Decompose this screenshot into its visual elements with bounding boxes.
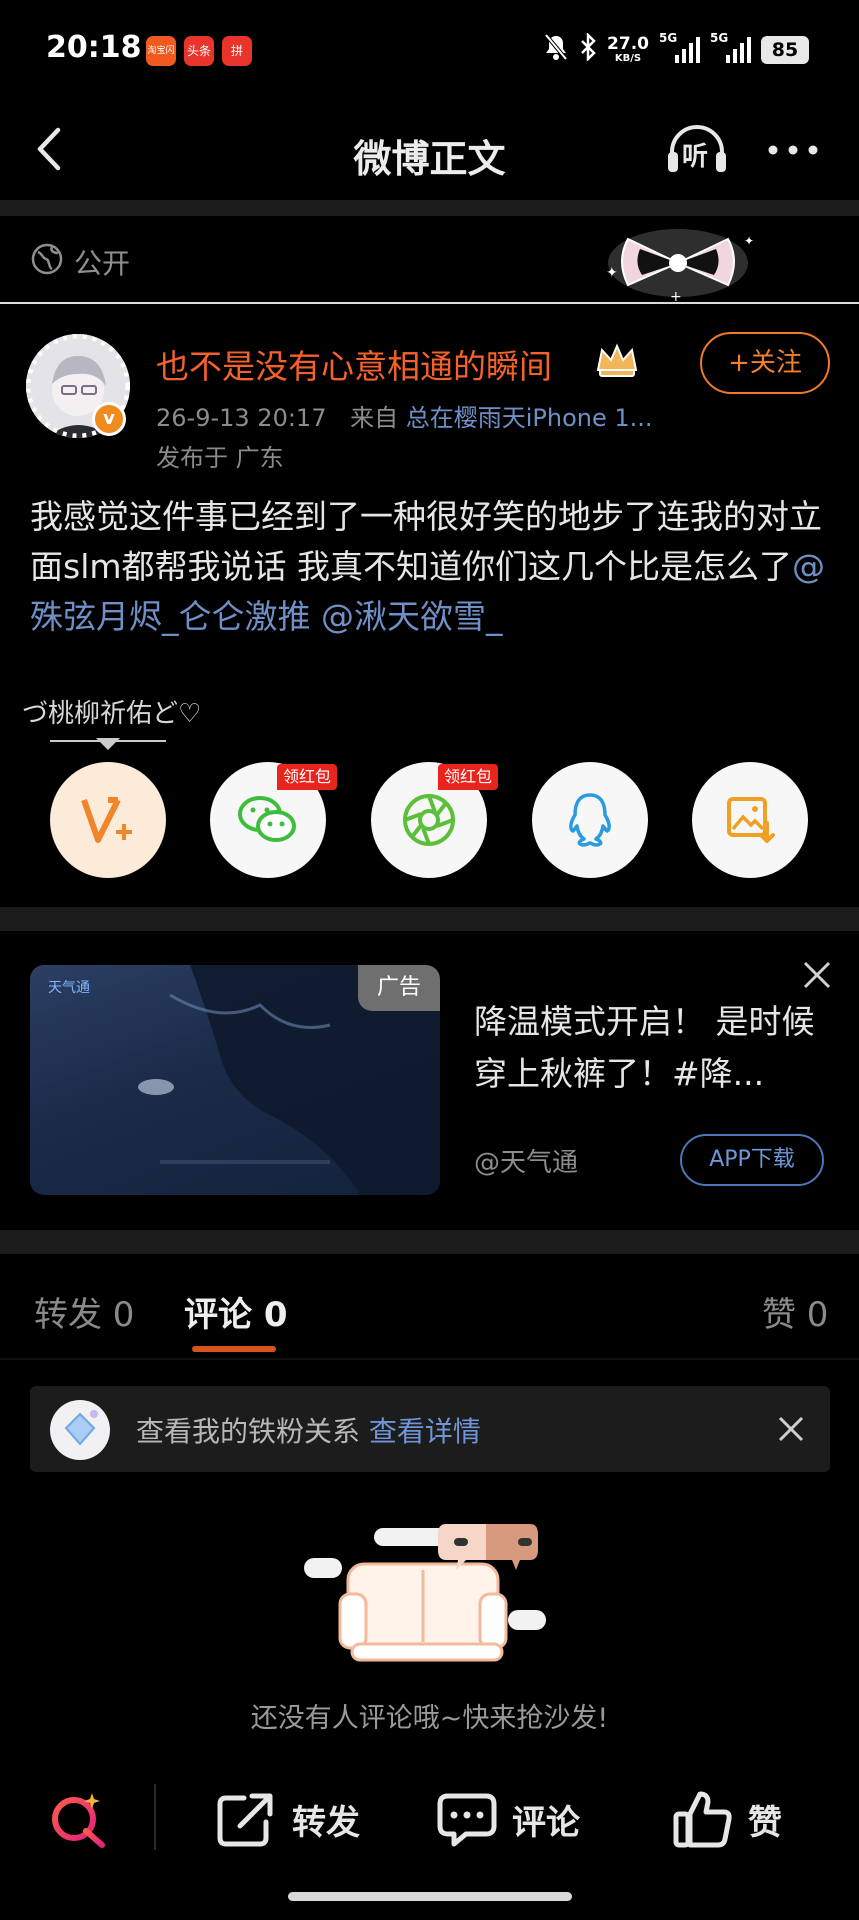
post-location: 发布于 广东 [156,444,284,472]
bow-decoration-icon: ✦ ✦ + [588,225,768,305]
post-timestamp: 26-9-13 20:17 [156,404,327,432]
bluetooth-icon [579,31,597,67]
status-time: 20:18 [46,30,142,65]
post-from-label: 来自 [350,404,399,432]
post-meta: 26-9-13 20:17 来自 总在樱雨天iPhone 1... [156,398,653,433]
ad-close-icon[interactable] [800,958,834,992]
tab-repost[interactable]: 转发 0 [34,1287,134,1336]
mention-link[interactable]: @湫天欲雪_ [321,597,503,636]
page-title: 微博正文 [353,137,506,181]
post-text-main: 我感觉这件事已经到了一种很好笑的地步了连我的对立面slm都帮我说话 我真不知道你… [30,497,822,586]
tab-comment[interactable]: 评论 0 [184,1287,288,1336]
ad-badge: 广告 [358,965,440,1011]
more-options-icon[interactable] [765,140,821,160]
section-divider [0,200,859,216]
comment-label: 评论 [512,1802,580,1843]
ad-source[interactable]: @天气通 [474,1142,578,1179]
app-header: 微博正文 听 [0,100,859,200]
ad-brand-logo: 天气通 [48,980,90,996]
close-icon[interactable] [774,1412,808,1446]
active-tab-indicator [192,1346,276,1352]
weibo-v-plus-icon [81,797,132,843]
battery-level: 85 [761,36,809,64]
share-qq-button[interactable] [532,762,648,878]
ad-image[interactable]: 天气通 广告 [30,965,440,1195]
fan-relation-link[interactable]: 查看详情 [369,1415,481,1448]
section-divider [0,1230,859,1254]
section-divider [0,907,859,931]
tab-divider [0,1358,859,1360]
thumbs-up-icon [673,1791,732,1848]
net-speed: 27.0 KB/S [607,34,649,65]
listen-label: 听 [682,142,709,172]
signal-sim2: 5G [710,31,751,63]
comment-button[interactable]: 评论 [436,1784,580,1854]
comment-bubble-icon [437,1793,497,1847]
signal-bars-icon [726,37,751,63]
status-indicators: 27.0 KB/S 5G 5G 85 [543,30,809,70]
ad-title[interactable]: 降温模式开启！ 是时候穿上秋裤了！#降... [474,996,834,1100]
sim1-label: 5G [659,31,678,45]
tab-like[interactable]: 赞 0 [762,1287,828,1336]
pinduoduo-app-icon: 拼 [222,36,252,66]
visibility-label: 公开 [74,247,131,280]
wechat-icon [238,796,296,842]
taobao-app-icon: 淘宝闪购 [146,36,176,66]
signal-sim1: 5G [659,31,700,63]
red-packet-badge: 领红包 [277,764,338,790]
ai-search-button[interactable] [46,1784,110,1854]
vip-crown-icon [594,340,640,380]
ai-search-icon [52,1793,105,1848]
save-image-icon [727,797,775,843]
visibility-row: 公开 [30,240,130,284]
repost-label: 转发 [292,1802,360,1843]
user-signature: づ桃柳祈佑ど♡ [22,699,202,729]
toutiao-app-icon: 头条 [184,36,214,66]
ad-download-button[interactable]: APP下载 [680,1134,824,1186]
listen-headphone-icon[interactable]: 听 [664,122,730,178]
fan-relation-text: 查看我的铁粉关系 查看详情 [136,1410,481,1450]
svg-text:✦: ✦ [744,234,754,248]
follow-button[interactable]: +关注 [700,332,830,394]
home-indicator[interactable] [288,1892,572,1901]
repost-button[interactable]: 转发 [216,1784,360,1854]
empty-sofa-illustration [296,1520,586,1670]
qq-icon [569,793,611,847]
like-label: 赞 [748,1802,782,1843]
net-speed-value: 27.0 [607,34,649,54]
header-underline [0,302,859,304]
globe-icon [30,242,64,283]
post-text: 我感觉这件事已经到了一种很好笑的地步了连我的对立面slm都帮我说话 我真不知道你… [30,492,830,642]
fan-relation-banner: 查看我的铁粉关系 查看详情 [30,1386,830,1472]
sim2-label: 5G [710,31,729,45]
signal-bars-icon [675,37,700,63]
bottom-bar-separator [154,1784,156,1850]
share-arrow-icon [217,1793,273,1847]
diamond-icon [50,1400,110,1460]
net-speed-unit: KB/S [614,53,642,64]
svg-text:✦: ✦ [606,265,618,281]
verified-badge-icon: v [92,402,126,436]
share-weibo-button[interactable] [50,762,166,878]
post-source-link[interactable]: 总在樱雨天iPhone 1... [406,404,653,432]
like-button[interactable]: 赞 [672,1784,782,1854]
empty-comments-text: 还没有人评论哦~快来抢沙发! [250,1703,609,1734]
signature-pointer [96,738,120,750]
red-packet-badge: 领红包 [438,764,499,790]
status-bar: 20:18 淘宝闪购 头条 拼 27.0 KB/S 5G 5G 85 [0,0,859,100]
fan-relation-label: 查看我的铁粉关系 [136,1415,361,1448]
mute-icon [543,33,569,67]
author-name[interactable]: 也不是没有心意相通的瞬间 [156,340,552,388]
save-image-button[interactable] [692,762,808,878]
moments-aperture-icon [403,794,455,846]
